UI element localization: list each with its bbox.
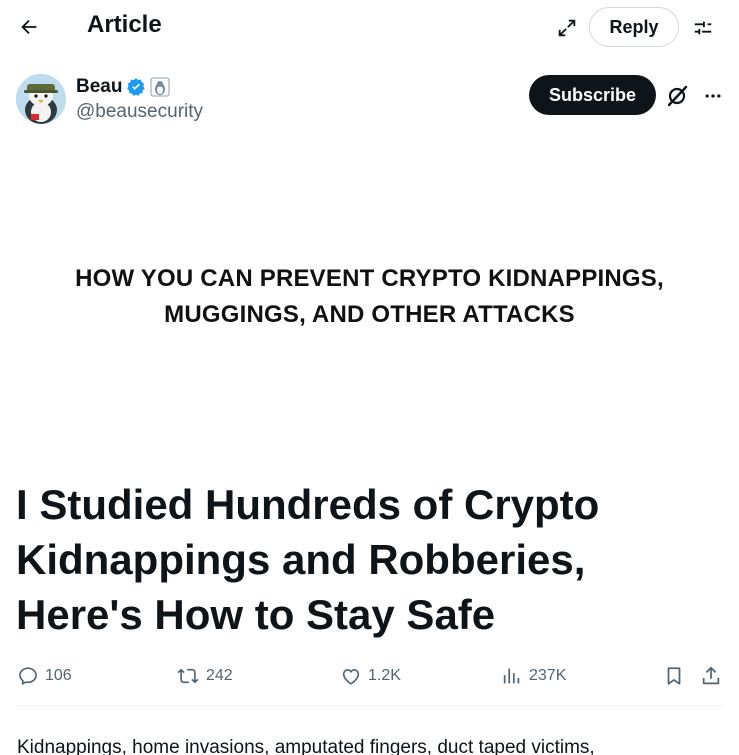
article-title-line-1: I Studied Hundreds of Crypto bbox=[16, 481, 600, 528]
grok-button[interactable] bbox=[663, 82, 691, 110]
repost-count: 242 bbox=[206, 667, 233, 684]
expand-icon bbox=[558, 19, 576, 37]
article-title-line-2: Kidnappings and Robberies, bbox=[16, 536, 586, 583]
article-title-line-3: Here's How to Stay Safe bbox=[16, 591, 496, 638]
share-icon bbox=[702, 666, 720, 685]
cover-line-1: HOW YOU CAN PREVENT CRYPTO KIDNAPPINGS, bbox=[75, 265, 664, 292]
back-button[interactable] bbox=[14, 12, 44, 42]
author-row: Beau @beausecurity Subscribe bbox=[0, 70, 739, 130]
author-handle[interactable]: @beausecurity bbox=[76, 101, 203, 123]
settings-button[interactable] bbox=[688, 13, 718, 43]
cover-image-text: HOW YOU CAN PREVENT CRYPTO KIDNAPPINGS, … bbox=[0, 261, 739, 333]
engagement-bar: 106 242 1.2K 237K bbox=[0, 660, 739, 692]
arrow-left-icon bbox=[21, 19, 37, 35]
page-title: Article bbox=[87, 11, 162, 38]
grok-icon bbox=[667, 85, 688, 107]
heart-icon bbox=[342, 669, 360, 685]
like-count: 1.2K bbox=[368, 667, 401, 684]
like-button[interactable]: 1.2K bbox=[340, 660, 401, 692]
reply-count: 106 bbox=[45, 667, 72, 684]
bookmark-button[interactable] bbox=[663, 660, 685, 692]
penguin-avatar-icon bbox=[16, 74, 66, 124]
repost-icon bbox=[177, 668, 199, 684]
cover-line-2: MUGGINGS, AND OTHER ATTACKS bbox=[164, 301, 575, 328]
subscribe-button[interactable]: Subscribe bbox=[529, 75, 656, 115]
divider bbox=[16, 705, 724, 706]
avatar[interactable] bbox=[16, 74, 66, 124]
reply-icon bbox=[19, 667, 37, 685]
reply-button[interactable]: Reply bbox=[589, 7, 679, 47]
reply-count-button[interactable]: 106 bbox=[17, 660, 72, 692]
verified-badge-icon bbox=[127, 78, 146, 96]
more-icon bbox=[705, 94, 721, 98]
expand-button[interactable] bbox=[552, 13, 582, 43]
top-bar: Article Reply bbox=[0, 0, 739, 54]
more-button[interactable] bbox=[699, 82, 727, 110]
share-button[interactable] bbox=[700, 660, 722, 692]
article-body-first-line: Kidnappings, home invasions, amputated f… bbox=[17, 737, 595, 755]
article-title: I Studied Hundreds of Crypto Kidnappings… bbox=[16, 477, 716, 642]
author-name-row: Beau bbox=[76, 76, 170, 98]
views-count: 237K bbox=[529, 667, 567, 684]
views-button[interactable]: 237K bbox=[501, 660, 566, 692]
views-icon bbox=[503, 668, 520, 684]
bookmark-icon bbox=[667, 667, 681, 685]
penguin-badge-icon bbox=[150, 77, 170, 97]
repost-button[interactable]: 242 bbox=[176, 660, 233, 692]
cover-image[interactable]: HOW YOU CAN PREVENT CRYPTO KIDNAPPINGS, … bbox=[0, 130, 739, 455]
author-name[interactable]: Beau bbox=[76, 76, 122, 98]
sliders-icon bbox=[694, 21, 712, 35]
